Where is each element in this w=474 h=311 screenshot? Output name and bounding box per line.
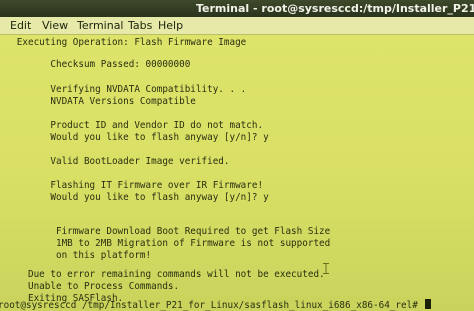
shell-prompt-line: root@sysresccd /tmp/Installer_P21_for_Li… bbox=[0, 299, 432, 311]
terminal-line: NVDATA Versions Compatible bbox=[0, 96, 196, 107]
window-title: Terminal - root@sysresccd:/tmp/Installer… bbox=[196, 2, 474, 15]
menu-terminal[interactable]: Terminal bbox=[77, 17, 124, 34]
title-bar[interactable]: Terminal - root@sysresccd:/tmp/Installer… bbox=[0, 0, 474, 17]
terminal-line: Verifying NVDATA Compatibility. . . bbox=[0, 84, 247, 95]
menu-bar: Edit View Terminal Tabs Help bbox=[0, 17, 474, 35]
shell-prompt: root@sysresccd /tmp/Installer_P21_for_Li… bbox=[0, 300, 424, 311]
terminal-line: Due to error remaining commands will not… bbox=[0, 269, 325, 280]
menu-edit[interactable]: Edit bbox=[10, 17, 31, 34]
terminal-line: Checksum Passed: 00000000 bbox=[0, 59, 191, 70]
terminal-line: Firmware Download Boot Required to get F… bbox=[0, 226, 331, 237]
terminal-line: Executing Operation: Flash Firmware Imag… bbox=[0, 37, 247, 48]
terminal-line: Product ID and Vendor ID do not match. bbox=[0, 120, 264, 131]
terminal-line: Would you like to flash anyway [y/n]? y bbox=[0, 192, 269, 203]
terminal-window: Terminal - root@sysresccd:/tmp/Installer… bbox=[0, 0, 474, 311]
terminal-line: on this platform! bbox=[0, 250, 152, 261]
mouse-ibeam-cursor-icon bbox=[323, 241, 329, 275]
text-cursor bbox=[425, 299, 432, 309]
menu-tabs[interactable]: Tabs bbox=[128, 17, 152, 34]
terminal-line: Valid BootLoader Image verified. bbox=[0, 156, 230, 167]
terminal-line: Flashing IT Firmware over IR Firmware! bbox=[0, 180, 264, 191]
menu-help[interactable]: Help bbox=[158, 17, 183, 34]
menu-view[interactable]: View bbox=[42, 17, 68, 34]
terminal-output[interactable]: Executing Operation: Flash Firmware Imag… bbox=[0, 35, 474, 311]
terminal-line: Would you like to flash anyway [y/n]? y bbox=[0, 132, 269, 143]
terminal-line: 1MB to 2MB Migration of Firmware is not … bbox=[0, 238, 331, 249]
terminal-line: Unable to Process Commands. bbox=[0, 281, 180, 292]
